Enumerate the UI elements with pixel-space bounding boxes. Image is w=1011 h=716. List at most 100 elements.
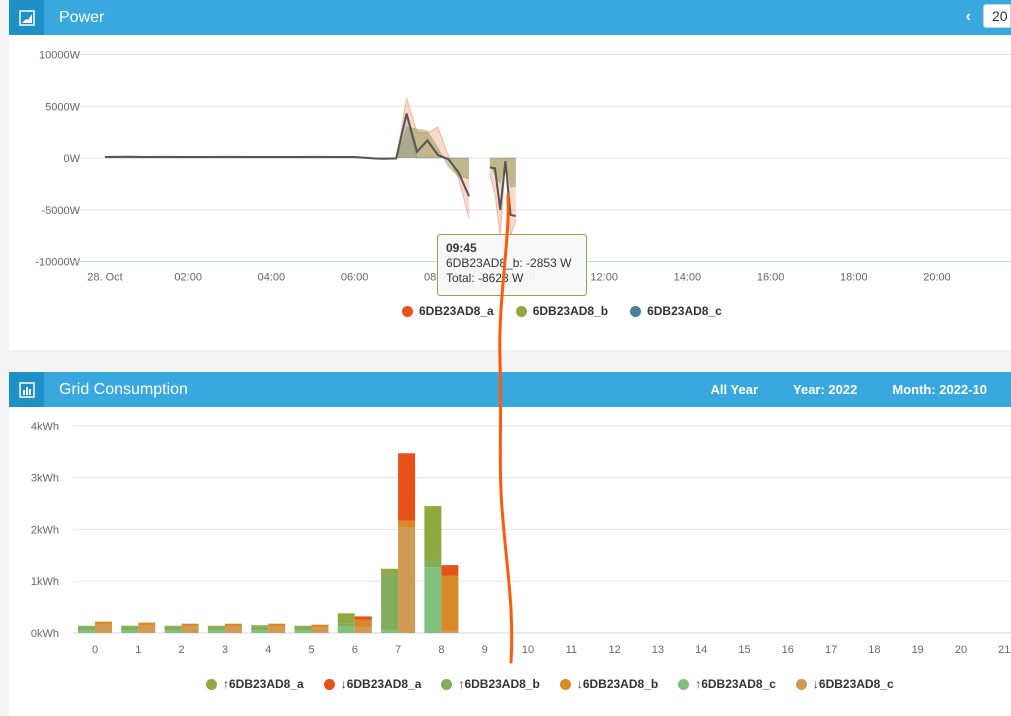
bar-down-7 [398, 453, 416, 521]
grid-title: Grid Consumption [59, 381, 188, 398]
x-tick-label: 16:00 [757, 272, 785, 284]
bar-chart-icon [9, 372, 44, 407]
x-tick-label: 14:00 [674, 272, 702, 284]
x-tick-label: 04:00 [258, 272, 286, 284]
legend-dot [795, 678, 807, 690]
x-tick-label: 16 [782, 644, 794, 656]
date-input[interactable]: 20 [983, 4, 1011, 28]
tooltip-line-b: 6DB23AD8_b: -2853 W [446, 256, 572, 270]
bar-down-0 [95, 624, 112, 633]
month-link[interactable]: Month: 2022-10 [892, 382, 987, 397]
previous-date-button[interactable]: ‹ [966, 8, 971, 26]
grid-consumption-panel: Grid Consumption All Year Year: 2022 Mon… [9, 372, 1011, 716]
legend-label: ↓6DB23AD8_b [576, 677, 659, 691]
legend-item-b[interactable]: 6DB23AD8_b [515, 304, 609, 318]
legend-dot [678, 678, 690, 690]
legend-label: ↓6DB23AD8_c [812, 677, 894, 691]
legend-item-c[interactable]: 6DB23AD8_c [630, 304, 722, 318]
bar-down-5 [311, 627, 329, 633]
legend-item[interactable]: ↑6DB23AD8_c [678, 677, 776, 691]
legend-dot [559, 678, 571, 690]
bar-up-8 [424, 506, 442, 560]
bar-up-7 [381, 629, 399, 633]
x-tick-label: 10 [522, 644, 534, 656]
legend-item[interactable]: ↑6DB23AD8_a [206, 677, 304, 691]
bar-up-4 [251, 626, 269, 631]
x-tick-label: 15 [738, 644, 750, 656]
bar-up-2 [164, 625, 182, 627]
legend-label: ↑6DB23AD8_c [695, 677, 776, 691]
bar-up-2 [164, 630, 182, 633]
x-tick-label: 21 [998, 644, 1010, 656]
bar-down-3 [224, 626, 242, 633]
x-tick-label: 13 [652, 644, 664, 656]
bar-up-4 [251, 625, 269, 627]
legend-item[interactable]: ↓6DB23AD8_a [323, 677, 422, 691]
chart-tooltip: 09:45 6DB23AD8_b: -2853 W Total: -8628 W [437, 234, 587, 296]
x-tick-label: 0 [92, 644, 98, 656]
legend-item[interactable]: ↓6DB23AD8_c [795, 677, 894, 691]
legend-item[interactable]: ↑6DB23AD8_b [441, 677, 540, 691]
bar-up-6 [337, 623, 355, 627]
legend-label: ↓6DB23AD8_a [340, 677, 422, 691]
grid-legend: ↑6DB23AD8_a ↓6DB23AD8_a ↑6DB23AD8_b ↓6DB23A… [206, 677, 894, 691]
x-tick-label: 2 [179, 644, 185, 656]
x-tick-label: 18:00 [840, 272, 868, 284]
x-tick-label: 11 [566, 644, 577, 656]
x-tick-label: 7 [395, 644, 401, 656]
all-year-link[interactable]: All Year [711, 382, 758, 397]
legend-label: 6DB23AD8_b [532, 304, 609, 318]
bar-down-1 [138, 625, 156, 633]
power-chart: 10000W 5000W 0W -5000W -10000W 28. Oct 02:00 04… [35, 50, 1011, 284]
bar-down-6 [354, 627, 372, 633]
bar-up-7 [381, 574, 399, 630]
legend-dot [441, 678, 453, 690]
x-tick-label: 14 [695, 644, 707, 656]
tooltip-total: Total: -8628 W [446, 271, 524, 285]
bar-down-2 [181, 623, 199, 627]
grid-chart: 0kWh1kWh2kWh3kWh4kWh0 1 2 3 4 5 6 7 8 9 10 11 12 13 14… [31, 421, 1011, 656]
x-tick-label: 12:00 [590, 272, 618, 284]
legend-dot [402, 305, 413, 317]
legend-label: ↑6DB23AD8_b [458, 677, 540, 691]
x-tick-label: 3 [222, 644, 228, 656]
legend-dot [206, 678, 217, 690]
bar-down-5 [311, 624, 329, 628]
bar-down-7 [398, 527, 416, 633]
legend-dot [515, 305, 527, 317]
y-tick-label: 0W [64, 153, 81, 165]
bar-up-1 [121, 625, 139, 627]
power-header: Power ‹ 20 [9, 0, 1011, 35]
x-tick-label: 20 [955, 644, 967, 656]
bar-down-6 [354, 619, 372, 628]
legend-item-a[interactable]: 6DB23AD8_a [402, 304, 494, 318]
legend-dot [630, 305, 642, 317]
legend-item[interactable]: ↓6DB23AD8_b [559, 677, 659, 691]
legend-dot [323, 678, 335, 690]
bar-up-5 [294, 630, 312, 633]
y-tick-label: 2kWh [31, 524, 59, 536]
power-panel: Power ‹ 20 10000W 5000W 0W -5000W -10000W 28.… [9, 0, 1011, 350]
tooltip-time: 09:45 [446, 241, 477, 255]
bar-down-7 [398, 520, 416, 528]
year-link[interactable]: Year: 2022 [793, 382, 857, 397]
y-tick-label: 3kWh [31, 473, 59, 485]
grid-header: Grid Consumption All Year Year: 2022 Mon… [9, 372, 1011, 407]
x-tick-label: 9 [482, 644, 488, 656]
legend-label: 6DB23AD8_c [647, 304, 722, 318]
bar-up-3 [207, 626, 225, 631]
bar-down-4 [268, 626, 286, 633]
y-tick-label: 0kWh [31, 628, 59, 640]
x-tick-label: 8 [438, 644, 444, 656]
bar-up-3 [207, 625, 225, 627]
power-title: Power [59, 9, 105, 26]
bar-up-3 [207, 630, 225, 633]
x-tick-label: 1 [135, 644, 141, 656]
x-tick-label: 12 [608, 644, 620, 656]
bar-up-4 [251, 630, 269, 633]
power-legend: 6DB23AD8_a 6DB23AD8_b 6DB23AD8_c [402, 304, 722, 318]
bar-up-5 [294, 625, 312, 627]
x-tick-label: 02:00 [174, 272, 202, 284]
y-tick-label: 5000W [45, 101, 80, 113]
y-tick-label: 10000W [39, 50, 81, 62]
